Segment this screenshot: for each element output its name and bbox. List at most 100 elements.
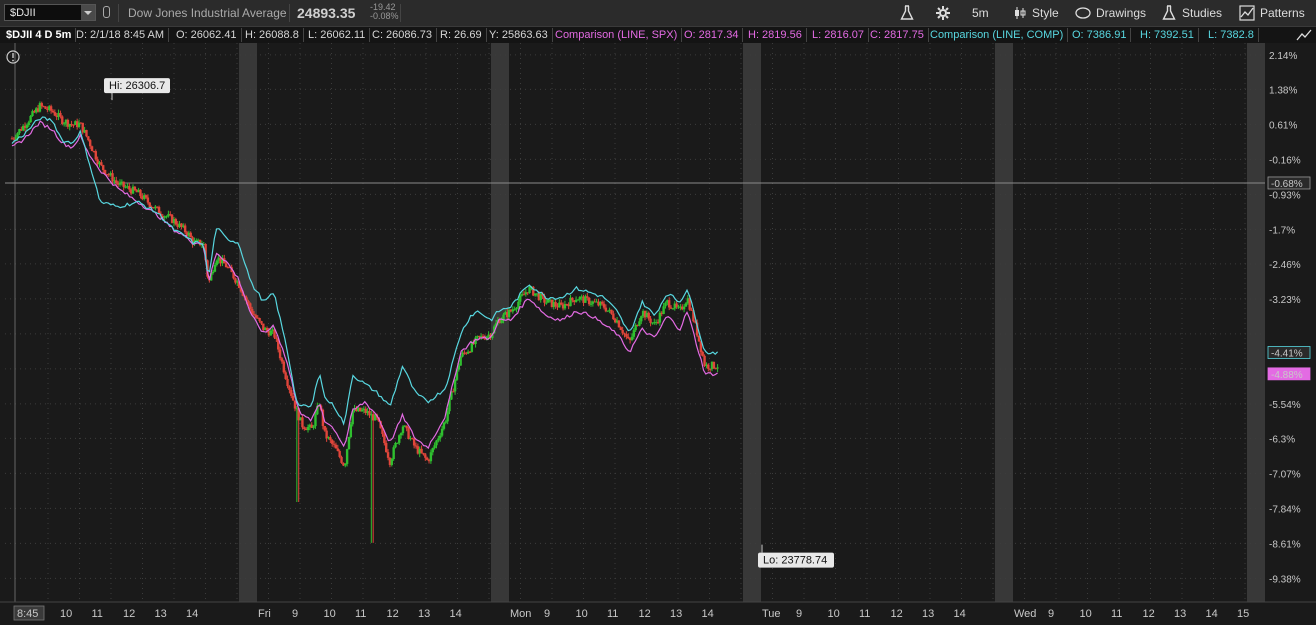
comparison-spx-name: Comparison (LINE, SPX) <box>551 28 683 42</box>
candle-body <box>144 195 148 198</box>
toolbar-divider <box>289 4 290 22</box>
chart-mode-icon[interactable] <box>1296 28 1312 42</box>
candle-body <box>291 395 295 401</box>
candle-body <box>407 428 410 440</box>
comparison-comp-high: H: 7392.51 <box>1136 28 1199 42</box>
candle-body <box>519 295 522 302</box>
time-axis-label: 12 <box>1143 608 1155 620</box>
toolbar-divider <box>400 4 401 22</box>
candle-body <box>716 367 719 369</box>
candle-body <box>344 463 347 466</box>
net-change: -19.42 -0.08% <box>370 3 399 21</box>
time-axis-label: 13 <box>155 608 167 620</box>
time-axis-label: Mon <box>510 608 531 620</box>
candle-body <box>340 456 343 463</box>
candle-body <box>399 433 403 436</box>
symbol-dropdown-button[interactable] <box>81 5 95 20</box>
candle-body <box>275 337 278 339</box>
candle-body <box>627 336 630 339</box>
time-axis-label: 11 <box>859 608 870 620</box>
candle-body <box>442 422 446 429</box>
candle-body <box>213 264 217 272</box>
settings-button[interactable] <box>935 0 956 26</box>
link-icon[interactable] <box>103 6 110 18</box>
price-axis-label: -0.93% <box>1269 190 1301 201</box>
candle-body <box>183 225 187 233</box>
candle-body <box>610 309 613 314</box>
time-axis-label: 10 <box>576 608 588 620</box>
time-axis-label: 13 <box>1174 608 1186 620</box>
candle-body <box>703 355 706 366</box>
candle-body <box>211 271 215 274</box>
candle-body <box>560 302 563 305</box>
candle-body <box>619 327 622 330</box>
candle-body <box>452 391 455 393</box>
candle-body <box>29 115 32 123</box>
candle-body <box>157 207 161 214</box>
candle-body <box>420 448 423 453</box>
price-axis-label: -8.61% <box>1269 539 1301 550</box>
time-axis-label: 14 <box>702 608 714 620</box>
last-value-label: -4.41% <box>1271 348 1303 359</box>
time-axis-label: 15 <box>1237 608 1249 620</box>
time-axis-label: 12 <box>387 608 399 620</box>
candle-body <box>338 450 341 457</box>
candle-body <box>600 301 604 304</box>
style-button[interactable]: Style <box>1013 0 1059 26</box>
flask-icon <box>1162 5 1176 20</box>
candle-body <box>61 116 64 125</box>
candle-body <box>433 445 436 449</box>
high-marker-label: Hi: 26306.7 <box>109 80 165 92</box>
candle-body <box>128 186 131 190</box>
candle-body <box>630 336 634 340</box>
candle-body <box>115 180 118 183</box>
time-axis-label: 9 <box>1048 608 1054 620</box>
candle-style-icon <box>1015 7 1026 19</box>
comparison-comp-name: Comparison (LINE, COMP) <box>926 28 1069 42</box>
candle-body <box>269 330 272 336</box>
time-axis-label: 13 <box>670 608 682 620</box>
candle-body <box>640 316 643 322</box>
price-axis-label: 2.14% <box>1269 51 1297 62</box>
interval-button[interactable]: 5m <box>972 0 989 26</box>
candle-body <box>554 302 557 307</box>
symbol-text: $DJII <box>10 7 36 19</box>
time-axis-label: 11 <box>607 608 618 620</box>
price-axis-label: -3.23% <box>1269 295 1301 306</box>
price-chart[interactable]: 2.14% 1.38% 0.61% -0.16% -0.93% -1.7% -2.46% -3… <box>0 43 1316 625</box>
candle-body <box>422 452 425 455</box>
price-axis-label: -2.46% <box>1269 260 1301 271</box>
candle-body <box>306 427 310 431</box>
candle-body <box>286 379 289 387</box>
comparison-spx-low: L: 2816.07 <box>808 28 869 42</box>
candle-body <box>385 443 388 453</box>
candle-body <box>649 318 652 323</box>
flask-button[interactable] <box>899 0 920 26</box>
price-axis-label: -7.84% <box>1269 504 1301 515</box>
candle-body <box>571 297 574 301</box>
patterns-button[interactable]: Patterns <box>1239 0 1305 26</box>
last-price: 24893.35 <box>297 5 356 21</box>
time-axis-label: 14 <box>186 608 198 620</box>
candle-body <box>392 447 395 460</box>
candle-body <box>102 165 105 170</box>
candle-body <box>439 435 442 439</box>
candle-body <box>638 321 641 326</box>
candle-body <box>664 302 667 307</box>
drawings-button[interactable]: Drawings <box>1075 0 1146 26</box>
price-axis-label: -0.16% <box>1269 155 1301 166</box>
candle-body <box>278 349 282 359</box>
style-label: Style <box>1032 6 1059 20</box>
candle-body <box>390 459 393 465</box>
candle-body <box>707 364 710 369</box>
candle-body <box>522 294 526 296</box>
candle-body <box>712 361 716 369</box>
studies-button[interactable]: Studies <box>1161 0 1222 26</box>
candle-body <box>667 300 671 308</box>
last-value-label: -4.88% <box>1271 370 1303 381</box>
candle-body <box>345 449 349 464</box>
time-axis-label: 11 <box>92 608 103 620</box>
symbol-input[interactable]: $DJII <box>4 4 96 21</box>
candle-body <box>429 452 433 462</box>
candle-body <box>701 351 704 356</box>
